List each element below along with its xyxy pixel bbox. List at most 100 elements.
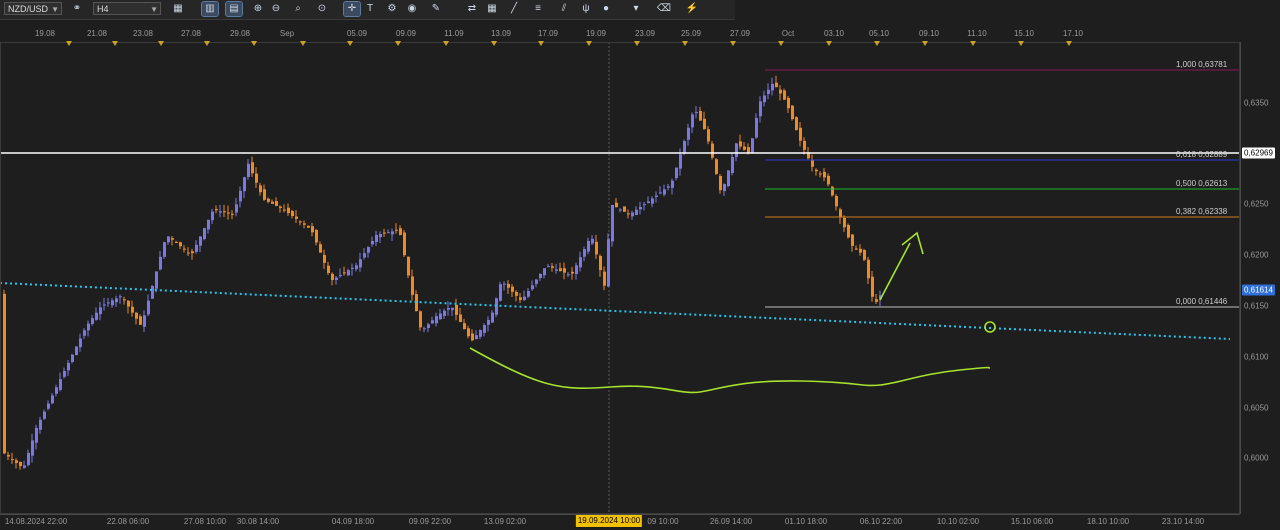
candle-body: [639, 206, 642, 210]
globe-icon[interactable]: ◉: [404, 2, 420, 16]
event-marker-icon[interactable]: [730, 41, 736, 46]
candle-body: [59, 379, 62, 390]
event-marker-icon[interactable]: [158, 41, 164, 46]
candle-body: [351, 267, 354, 269]
event-marker-icon[interactable]: [778, 41, 784, 46]
event-marker-icon[interactable]: [66, 41, 72, 46]
eraser-icon[interactable]: ⌫: [656, 2, 672, 16]
event-marker-icon[interactable]: [443, 41, 449, 46]
event-marker-icon[interactable]: [922, 41, 928, 46]
candle-body: [567, 274, 570, 276]
grid-icon[interactable]: ▦: [484, 2, 500, 16]
pencil-icon[interactable]: ✎: [428, 2, 444, 16]
time-axis-label: 22.08 06:00: [106, 517, 150, 526]
candle-body: [471, 333, 474, 341]
price-axis-label: 0,6350: [1244, 98, 1269, 108]
date-axis-label: 03.10: [823, 29, 845, 38]
candle-body: [159, 256, 162, 270]
chart-type-icon[interactable]: ▦: [170, 2, 186, 16]
more-icon[interactable]: ▾: [628, 2, 644, 16]
event-marker-icon[interactable]: [395, 41, 401, 46]
event-marker-icon[interactable]: [826, 41, 832, 46]
candle-body: [635, 209, 638, 215]
date-axis-label: 19.09: [585, 29, 607, 38]
candle-body: [727, 170, 730, 187]
time-axis-label: 26.09 14:00: [709, 517, 753, 526]
candle-body: [143, 315, 146, 327]
fib-level-label: 0,618 0,62889: [1176, 150, 1228, 159]
candle-body: [559, 268, 562, 272]
candle-body: [283, 209, 286, 211]
event-marker-icon[interactable]: [491, 41, 497, 46]
candle-body: [151, 286, 154, 299]
candle-body: [479, 330, 482, 337]
timeframe-select[interactable]: H4 ▼: [93, 2, 161, 15]
candle-body: [815, 169, 818, 172]
compare-icon[interactable]: ⚭: [67, 2, 87, 16]
arrows-icon[interactable]: ⇄: [464, 2, 480, 16]
event-marker-icon[interactable]: [874, 41, 880, 46]
candle-body: [539, 273, 542, 279]
zoom-in-icon[interactable]: ⊕: [250, 2, 266, 16]
price-axis-label: 0,6000: [1244, 453, 1269, 463]
event-marker-icon[interactable]: [538, 41, 544, 46]
event-marker-icon[interactable]: [204, 41, 210, 46]
event-marker-icon[interactable]: [682, 41, 688, 46]
circle-icon[interactable]: ●: [598, 2, 614, 16]
signal-icon[interactable]: ⚡: [684, 2, 700, 16]
candle-body: [487, 319, 490, 325]
bar-chart-icon[interactable]: ▥: [201, 1, 219, 17]
event-marker-icon[interactable]: [251, 41, 257, 46]
candle-body: [555, 269, 558, 271]
date-axis-label: 05.10: [868, 29, 890, 38]
candle-body: [387, 232, 390, 234]
zoom-out-icon[interactable]: ⊖: [268, 2, 284, 16]
channel-icon[interactable]: ≡: [530, 2, 546, 16]
candle-body: [855, 248, 858, 250]
event-marker-icon[interactable]: [112, 41, 118, 46]
candle-body: [491, 312, 494, 323]
candle-body: [655, 195, 658, 197]
time-axis-label: 27.08 10:00: [183, 517, 227, 526]
event-marker-icon[interactable]: [1066, 41, 1072, 46]
text-icon[interactable]: T: [362, 2, 378, 16]
event-marker-icon[interactable]: [970, 41, 976, 46]
candles-icon[interactable]: ▤: [225, 1, 243, 17]
candle-body: [695, 112, 698, 114]
pitchfork-icon[interactable]: ψ: [578, 2, 594, 16]
candle-body: [747, 147, 750, 153]
plot-border: [0, 42, 1240, 514]
candle-body: [743, 146, 746, 150]
event-marker-icon[interactable]: [1018, 41, 1024, 46]
candle-body: [699, 110, 702, 121]
event-marker-icon[interactable]: [347, 41, 353, 46]
event-marker-icon[interactable]: [300, 41, 306, 46]
event-marker-icon[interactable]: [586, 41, 592, 46]
date-axis-label: 29.08: [229, 29, 251, 38]
candle-body: [603, 271, 606, 286]
candle-body: [407, 256, 410, 276]
date-axis-label: 25.09: [680, 29, 702, 38]
price-chart[interactable]: [0, 42, 1240, 514]
event-marker-icon[interactable]: [634, 41, 640, 46]
fib-icon[interactable]: ⫽: [556, 2, 572, 16]
line-icon[interactable]: ╱: [506, 2, 522, 16]
time-axis-label: 09 10:00: [647, 517, 679, 526]
cursor-icon[interactable]: ⊙: [314, 2, 330, 16]
candle-body: [395, 229, 398, 231]
magnifier-icon[interactable]: ⌕: [290, 2, 306, 16]
date-axis-label: Oct: [781, 29, 795, 38]
settings-icon[interactable]: ⚙: [384, 2, 400, 16]
time-axis-label: 09.09 22:00: [408, 517, 452, 526]
candle-body: [451, 307, 454, 311]
candle-body: [835, 196, 838, 207]
candle-body: [675, 167, 678, 179]
crosshair-icon[interactable]: ✛: [343, 1, 361, 17]
symbol-select[interactable]: NZD/USD ▼: [4, 2, 62, 15]
candle-body: [463, 323, 466, 330]
candle-body: [643, 204, 646, 206]
candle-body: [39, 419, 42, 430]
candle-body: [875, 299, 878, 302]
candle-body: [571, 271, 574, 274]
candle-body: [219, 211, 222, 213]
